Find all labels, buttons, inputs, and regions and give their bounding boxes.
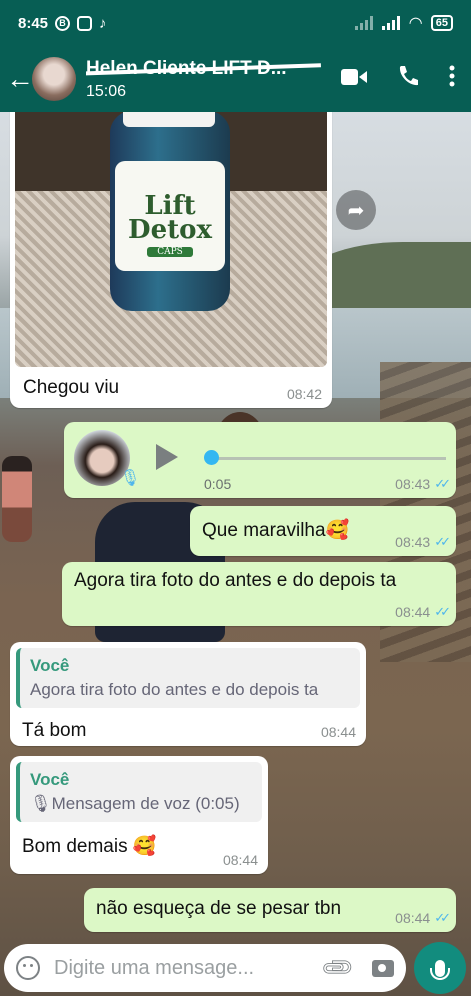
wifi-icon: ◠ (409, 15, 422, 32)
phone-icon[interactable] (397, 65, 419, 93)
arrow-left-icon[interactable]: ← (6, 63, 34, 95)
mic-icon: 🎙 (120, 470, 141, 487)
message-time: 08:44 (320, 724, 356, 740)
b-notification-icon: B (55, 15, 71, 31)
message-photo[interactable]: Lift Detox CAPS (15, 101, 327, 367)
emoji-icon[interactable] (16, 956, 40, 980)
label-line3: CAPS (147, 247, 193, 257)
text-message[interactable]: Que maravilha🥰 08:43 ✓✓ (190, 506, 456, 556)
play-icon[interactable] (156, 444, 178, 470)
message-time: 08:42 (286, 386, 322, 402)
tiktok-icon: ♪ (99, 14, 107, 32)
quote-text: Agora tira foto do antes e do depois ta (30, 680, 319, 699)
quoted-message[interactable]: Você 🎙Mensagem de voz (0:05) (16, 762, 262, 822)
text-message[interactable]: Agora tira foto do antes e do depois ta … (62, 562, 456, 626)
read-ticks-icon: ✓✓ (434, 604, 451, 619)
quote-text: Mensagem de voz (0:05) (51, 794, 240, 813)
top-bar: 8:45 B ♪ ◠ 65 ← Helen Cliente LIFT D... … (0, 0, 471, 112)
reply-message[interactable]: Você 🎙Mensagem de voz (0:05) Bom demais … (10, 756, 268, 874)
voice-message[interactable]: 🎙 0:05 08:43 ✓✓ (64, 422, 456, 498)
quoted-message[interactable]: Você Agora tira foto do antes e do depoi… (16, 648, 360, 708)
quote-author: Você (30, 770, 70, 789)
mic-button[interactable] (414, 942, 466, 994)
voice-progress-track[interactable] (206, 457, 446, 460)
mic-icon (430, 959, 450, 980)
read-ticks-icon: ✓✓ (434, 534, 451, 549)
instagram-icon (77, 15, 93, 31)
quote-author: Você (30, 656, 70, 675)
message-time: 08:44 (222, 852, 258, 868)
label-line2: Detox (128, 215, 212, 245)
message-time: 08:43 ✓✓ (395, 476, 451, 492)
image-caption: Chegou viu (23, 377, 120, 398)
battery-indicator: 65 (430, 15, 453, 31)
video-call-icon[interactable] (341, 66, 367, 92)
contact-avatar[interactable] (32, 57, 76, 101)
message-text: Tá bom (22, 720, 87, 741)
paperclip-icon[interactable]: 📎︎ (319, 949, 357, 987)
read-ticks-icon: ✓✓ (434, 476, 451, 491)
status-time: 8:45 (18, 14, 49, 32)
contact-subtitle: 15:06 (86, 82, 127, 100)
text-message[interactable]: não esqueça de se pesar tbn 08:44 ✓✓ (84, 888, 456, 932)
camera-icon[interactable] (372, 959, 394, 977)
forward-icon[interactable]: ➦ (336, 190, 376, 230)
message-time: 08:44 ✓✓ (395, 604, 451, 620)
chat-header: ← Helen Cliente LIFT D... 15:06 (0, 46, 471, 112)
reply-message[interactable]: Você Agora tira foto do antes e do depoi… (10, 642, 366, 746)
message-time: 08:44 ✓✓ (395, 910, 451, 926)
voice-duration: 0:05 (204, 476, 232, 492)
message-input-bar: 📎︎ (4, 944, 406, 992)
read-ticks-icon: ✓✓ (434, 910, 451, 925)
photo-product-label: Lift Detox CAPS (115, 161, 225, 271)
signal-icon-sim1 (382, 16, 401, 30)
message-input[interactable] (54, 956, 325, 980)
more-vert-icon[interactable] (449, 65, 455, 93)
signal-icon-sim2 (355, 16, 374, 30)
voice-progress-handle[interactable] (204, 450, 219, 465)
message-text: Agora tira foto do antes e do depois ta (74, 570, 397, 591)
message-time: 08:43 ✓✓ (395, 534, 451, 550)
contact-name: Helen Cliente LIFT D... (86, 58, 341, 80)
status-bar: 8:45 B ♪ ◠ 65 (0, 0, 471, 46)
mic-small-icon: 🎙 (30, 794, 52, 813)
image-message[interactable]: Lift Detox CAPS Chegou viu 08:42 (10, 96, 332, 408)
contact-info[interactable]: Helen Cliente LIFT D... 15:06 (86, 58, 341, 101)
wallpaper-girl (2, 456, 32, 542)
